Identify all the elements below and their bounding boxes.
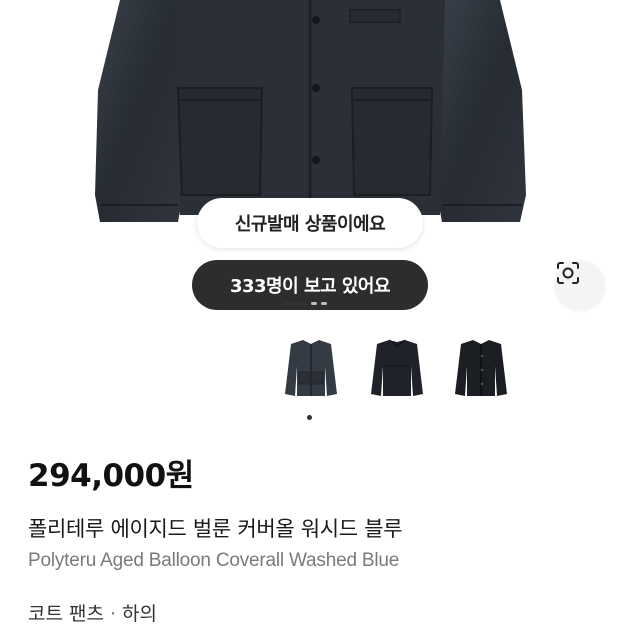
thumbnail-side[interactable] [450, 336, 512, 400]
category-secondary-link[interactable]: 하의 [122, 603, 157, 625]
product-hero-image[interactable]: 신규발매 상품이에요 333명이 보고 있어요 [0, 0, 620, 330]
category-separator: · [109, 603, 117, 625]
thumbnail-front[interactable] [280, 336, 342, 400]
lens-search-icon [557, 262, 579, 284]
lens-search-button[interactable] [555, 260, 605, 310]
carousel-indicator [311, 302, 317, 305]
thumbnail-back[interactable] [366, 336, 428, 400]
product-price: 294,000원 [28, 458, 194, 494]
viewers-count-badge: 333명이 보고 있어요 [192, 260, 428, 310]
carousel-indicator-active [283, 302, 307, 305]
product-category-breadcrumb: 코트 팬츠 · 하의 [28, 599, 157, 626]
new-release-badge: 신규발매 상품이에요 [197, 198, 423, 248]
thumbnail-strip [280, 336, 520, 406]
category-primary-link[interactable]: 코트 팬츠 [28, 603, 104, 625]
jacket-thumbnail-icon [285, 340, 337, 396]
carousel-indicator [321, 302, 327, 305]
thumbnail-selected-dot [307, 415, 312, 420]
jacket-thumbnail-icon [371, 339, 423, 396]
product-name-korean: 폴리테루 에이지드 벌룬 커버올 워시드 블루 [28, 517, 403, 541]
product-name-english: Polyteru Aged Balloon Coverall Washed Bl… [28, 550, 400, 571]
jacket-thumbnail-icon [455, 340, 507, 396]
